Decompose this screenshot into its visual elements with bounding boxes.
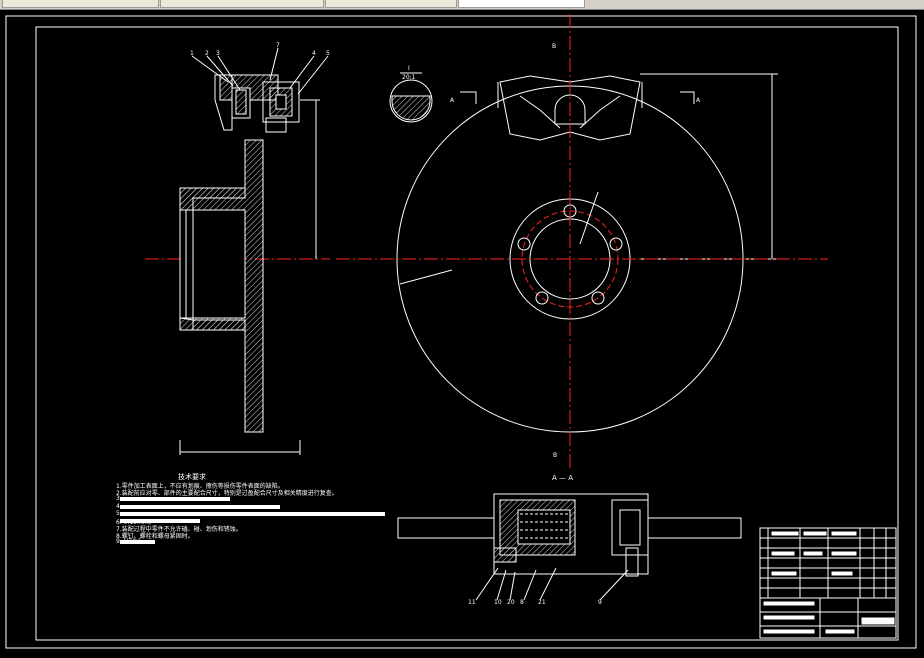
tech-requirement-line: 2.装配前应对零、部件的主要配合尺寸，特别是过盈配合尺寸及相关精度进行复查。 bbox=[116, 490, 338, 497]
tech-requirement-line: 5. bbox=[116, 510, 122, 517]
cad-drawing-canvas[interactable]: 1 2 3 7 4 5 I 20:1 B B A A A — A 11 10 2… bbox=[0, 10, 924, 658]
section-mark: A bbox=[696, 97, 701, 104]
tech-requirement-line: 9. H7/h6 bbox=[116, 538, 142, 545]
detail-scale: 20:1 bbox=[402, 74, 416, 81]
part-number: 4 bbox=[312, 50, 316, 57]
part-number: 11 bbox=[468, 599, 476, 606]
part-number: 2 bbox=[205, 50, 209, 57]
detail-id: I bbox=[408, 65, 410, 72]
document-tab-active[interactable] bbox=[458, 0, 585, 8]
section-a-a-view bbox=[397, 493, 742, 601]
redacted-bar bbox=[120, 497, 230, 501]
title-block bbox=[759, 527, 897, 639]
document-tab[interactable] bbox=[160, 0, 324, 8]
document-tab-bar bbox=[0, 0, 924, 10]
part-number: 10 bbox=[494, 599, 502, 606]
document-tab[interactable] bbox=[2, 0, 159, 8]
section-title: A — A bbox=[552, 474, 573, 482]
part-number: 21 bbox=[538, 599, 546, 606]
part-number: 1 bbox=[190, 50, 194, 57]
part-number: 3 bbox=[216, 50, 220, 57]
part-number: 20 bbox=[507, 599, 515, 606]
document-tab[interactable] bbox=[325, 0, 457, 8]
section-mark: A bbox=[450, 97, 455, 104]
part-number: 7 bbox=[276, 42, 280, 49]
redacted-bar bbox=[120, 512, 385, 516]
part-number: 8 bbox=[520, 599, 524, 606]
section-mark: B bbox=[553, 452, 557, 459]
tech-requirement-line: 4. bbox=[116, 503, 122, 510]
tech-requirement-line: 3. bbox=[116, 495, 122, 502]
part-number: 9 bbox=[598, 599, 602, 606]
section-mark: B bbox=[552, 43, 556, 50]
disc-front-view bbox=[396, 73, 778, 433]
disc-section-view bbox=[145, 47, 330, 455]
redacted-bar bbox=[120, 505, 280, 509]
part-number: 5 bbox=[326, 50, 330, 57]
